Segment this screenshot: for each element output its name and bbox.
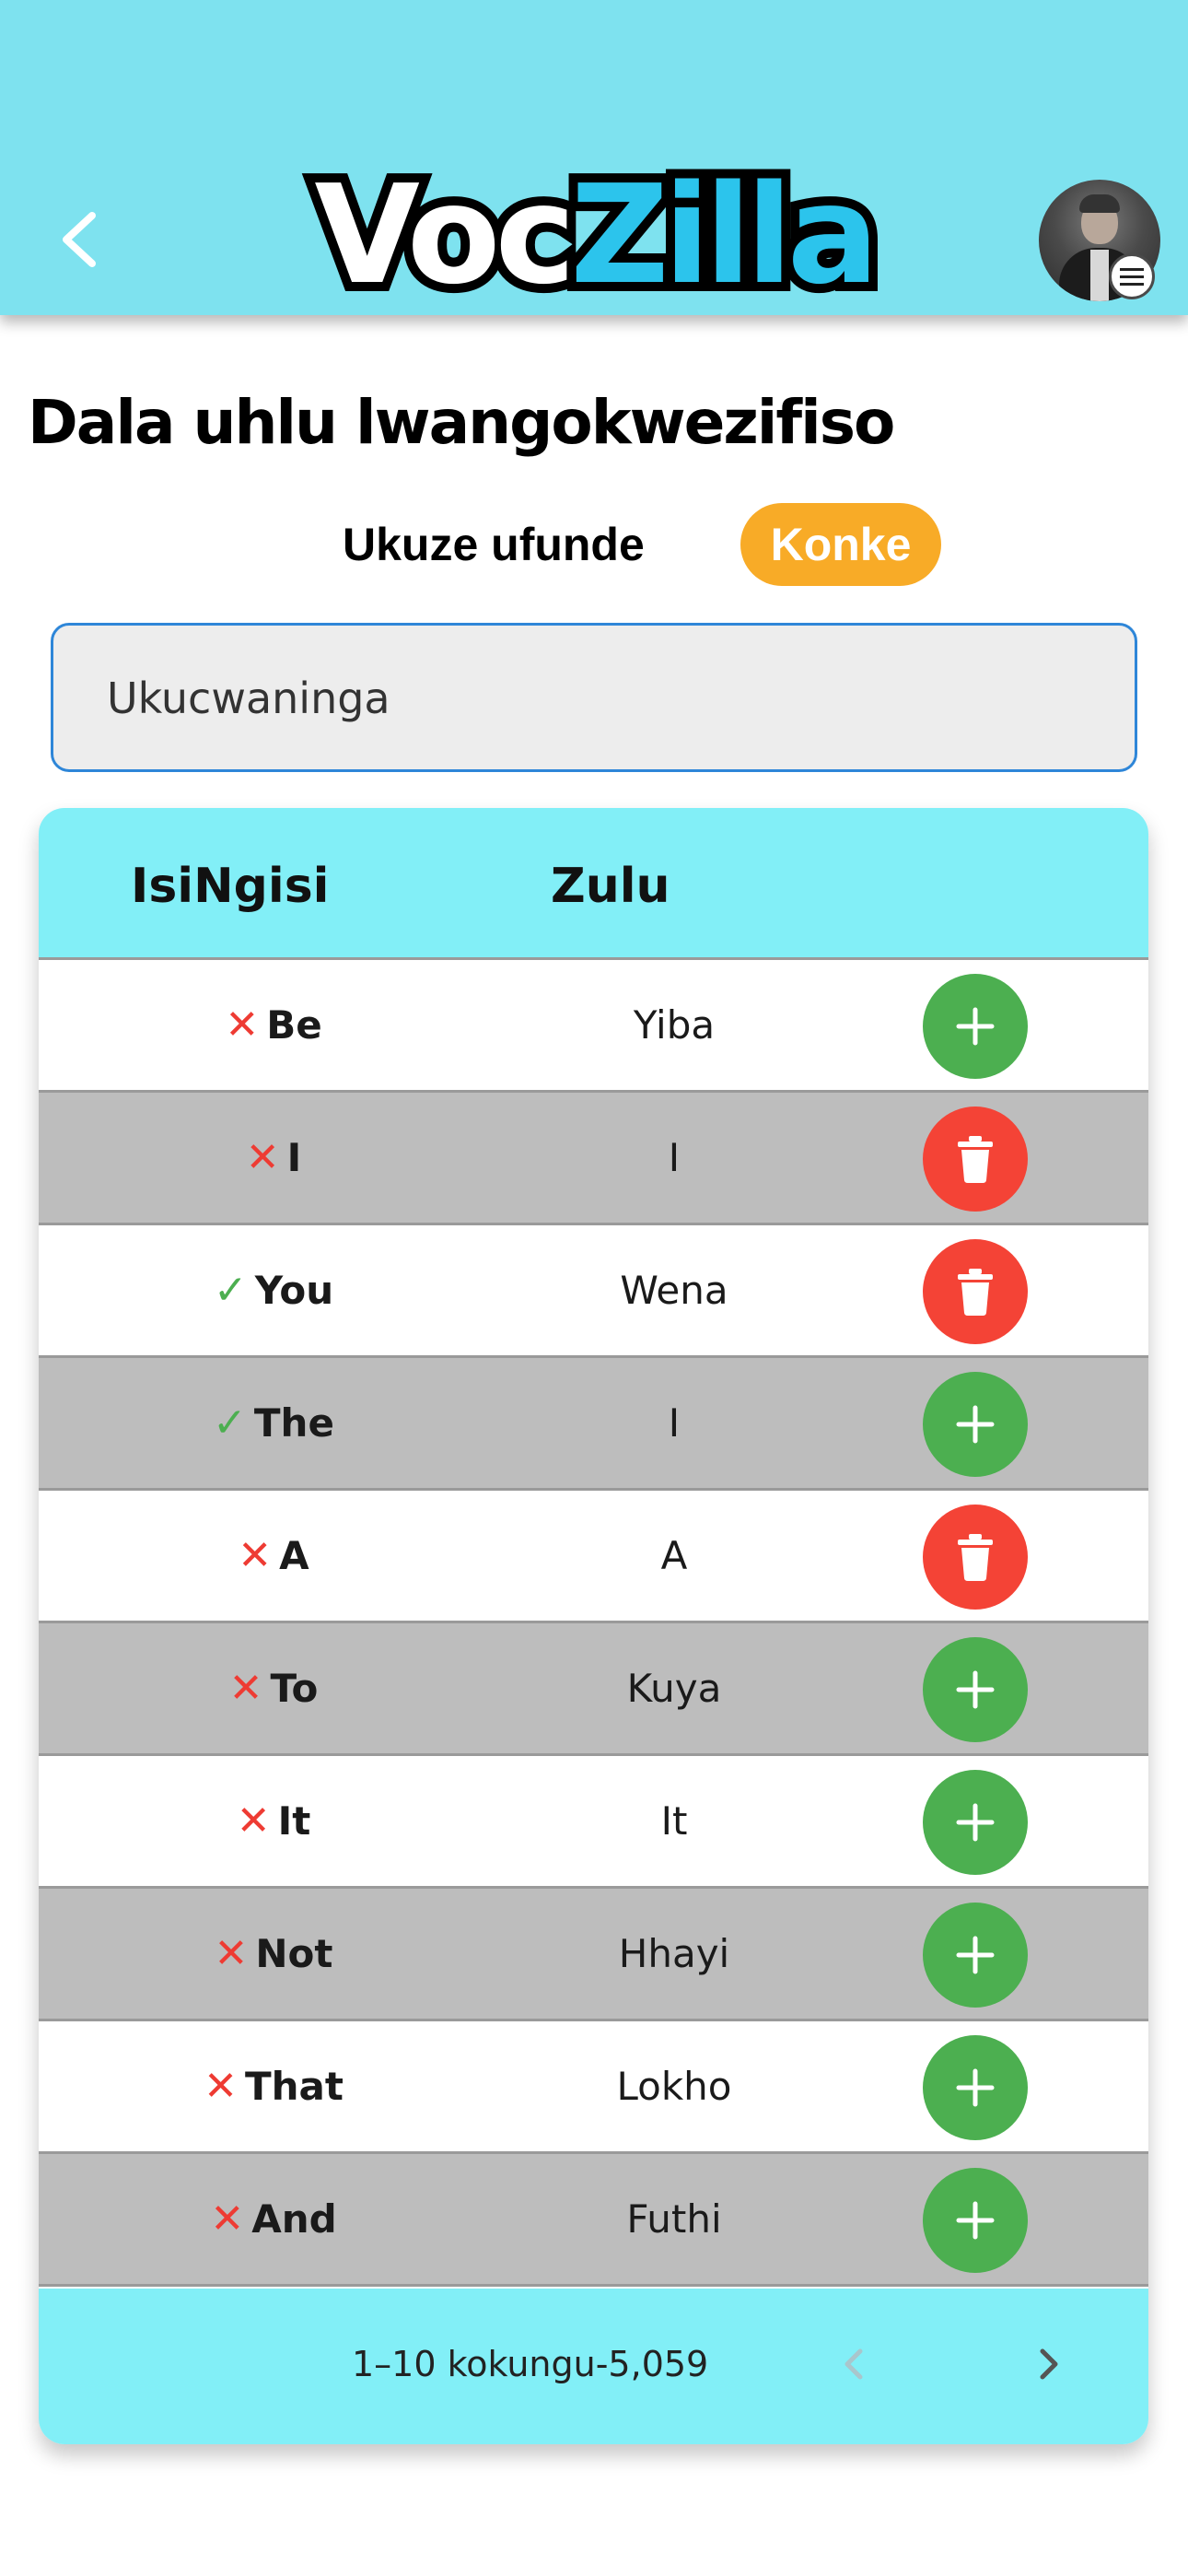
english-word: I xyxy=(286,1135,302,1180)
english-cell: ✕ To xyxy=(39,1623,508,1753)
zulu-word: A xyxy=(660,1533,688,1578)
plus-icon xyxy=(956,2201,995,2240)
search-input[interactable] xyxy=(105,626,1085,771)
table-row: ✓ You Wena xyxy=(39,1225,1148,1358)
english-word: A xyxy=(279,1533,309,1578)
english-cell: ✓ You xyxy=(39,1225,508,1355)
cross-icon: ✕ xyxy=(210,2195,245,2242)
add-word-button[interactable] xyxy=(923,974,1028,1079)
table-row: ✕ And Futhi xyxy=(39,2154,1148,2287)
back-button[interactable] xyxy=(37,189,120,290)
column-header-zulu: Zulu xyxy=(551,859,670,914)
zulu-word: It xyxy=(660,1798,688,1844)
table-row: ✓ The I xyxy=(39,1358,1148,1491)
table-row: ✕ That Lokho xyxy=(39,2021,1148,2154)
logo-voc: Voc xyxy=(305,156,585,314)
filter-all-chip[interactable]: Konke xyxy=(740,503,941,586)
app-bar: Voc Zilla xyxy=(0,0,1188,315)
logo-zilla: Zilla xyxy=(561,156,888,314)
previous-page-button[interactable] xyxy=(823,2335,882,2394)
plus-icon xyxy=(956,1936,995,1974)
avatar-shirt xyxy=(1090,250,1109,301)
delete-word-button[interactable] xyxy=(923,1505,1028,1610)
hamburger-menu-icon[interactable] xyxy=(1109,253,1155,299)
english-cell: ✕ I xyxy=(39,1093,508,1223)
cross-icon: ✕ xyxy=(228,1664,263,1712)
cross-icon: ✕ xyxy=(236,1797,271,1844)
word-table-card: IsiNgisi Zulu ✕ Be Yiba ✕ I I ✓ You Wena ✓ The I ✕ A A… xyxy=(39,808,1148,2444)
english-cell: ✓ The xyxy=(39,1358,508,1488)
page-title: Dala uhlu lwangokwezifiso xyxy=(28,387,895,458)
table-row: ✕ A A xyxy=(39,1491,1148,1623)
table-row: ✕ I I xyxy=(39,1093,1148,1225)
english-word: The xyxy=(253,1400,334,1446)
table-row: ✕ Not Hhayi xyxy=(39,1889,1148,2021)
zulu-word: Hhayi xyxy=(618,1931,730,1976)
cross-icon: ✕ xyxy=(238,1531,273,1579)
table-row: ✕ Be Yiba xyxy=(39,960,1148,1093)
zulu-word: I xyxy=(668,1400,681,1446)
plus-icon xyxy=(956,1007,995,1046)
cross-icon: ✕ xyxy=(214,1929,249,1977)
table-footer: 1–10 kokungu-5,059 xyxy=(39,2289,1148,2444)
cross-icon: ✕ xyxy=(225,1001,260,1048)
zulu-word: Kuya xyxy=(626,1666,722,1711)
english-word: You xyxy=(254,1268,334,1313)
app-logo: Voc Zilla xyxy=(305,156,888,314)
english-cell: ✕ A xyxy=(39,1491,508,1621)
english-word: It xyxy=(277,1798,311,1844)
chevron-left-icon xyxy=(63,212,96,267)
check-icon: ✓ xyxy=(213,1399,247,1446)
zulu-word: Futhi xyxy=(626,2196,722,2242)
english-cell: ✕ Be xyxy=(39,960,508,1090)
plus-icon xyxy=(956,1670,995,1709)
plus-icon xyxy=(956,1803,995,1842)
english-cell: ✕ Not xyxy=(39,1889,508,2019)
trash-icon xyxy=(958,1136,993,1183)
english-word: To xyxy=(270,1666,319,1711)
avatar-hair xyxy=(1079,194,1120,213)
english-word: And xyxy=(251,2196,337,2242)
filter-label: Ukuze ufunde xyxy=(343,519,645,570)
check-icon: ✓ xyxy=(213,1266,248,1314)
column-header-english: IsiNgisi xyxy=(131,859,330,914)
english-word: Not xyxy=(255,1931,333,1976)
trash-icon xyxy=(958,1534,993,1581)
trash-icon xyxy=(958,1269,993,1316)
plus-icon xyxy=(956,2068,995,2107)
english-word: Be xyxy=(266,1002,322,1048)
english-word: That xyxy=(244,2064,344,2109)
zulu-word: Lokho xyxy=(616,2064,732,2109)
cross-icon: ✕ xyxy=(245,1133,280,1181)
plus-icon xyxy=(956,1405,995,1444)
table-row: ✕ It It xyxy=(39,1756,1148,1889)
zulu-word: I xyxy=(668,1135,681,1180)
next-page-button[interactable] xyxy=(1020,2335,1079,2394)
add-word-button[interactable] xyxy=(923,1372,1028,1477)
add-word-button[interactable] xyxy=(923,2035,1028,2140)
search-field[interactable] xyxy=(51,623,1137,772)
add-word-button[interactable] xyxy=(923,1903,1028,2008)
delete-word-button[interactable] xyxy=(923,1107,1028,1212)
cross-icon: ✕ xyxy=(204,2062,238,2110)
english-cell: ✕ And xyxy=(39,2154,508,2284)
chevron-right-icon xyxy=(1040,2348,1058,2380)
zulu-word: Yiba xyxy=(633,1002,716,1048)
english-cell: ✕ It xyxy=(39,1756,508,1886)
add-word-button[interactable] xyxy=(923,1637,1028,1742)
add-word-button[interactable] xyxy=(923,1770,1028,1875)
chevron-left-icon xyxy=(844,2348,863,2380)
zulu-word: Wena xyxy=(620,1268,728,1313)
english-cell: ✕ That xyxy=(39,2021,508,2151)
add-word-button[interactable] xyxy=(923,2168,1028,2273)
delete-word-button[interactable] xyxy=(923,1239,1028,1344)
table-header: IsiNgisi Zulu xyxy=(39,808,1148,960)
table-row: ✕ To Kuya xyxy=(39,1623,1148,1756)
pagination-text: 1–10 kokungu-5,059 xyxy=(352,2344,709,2384)
